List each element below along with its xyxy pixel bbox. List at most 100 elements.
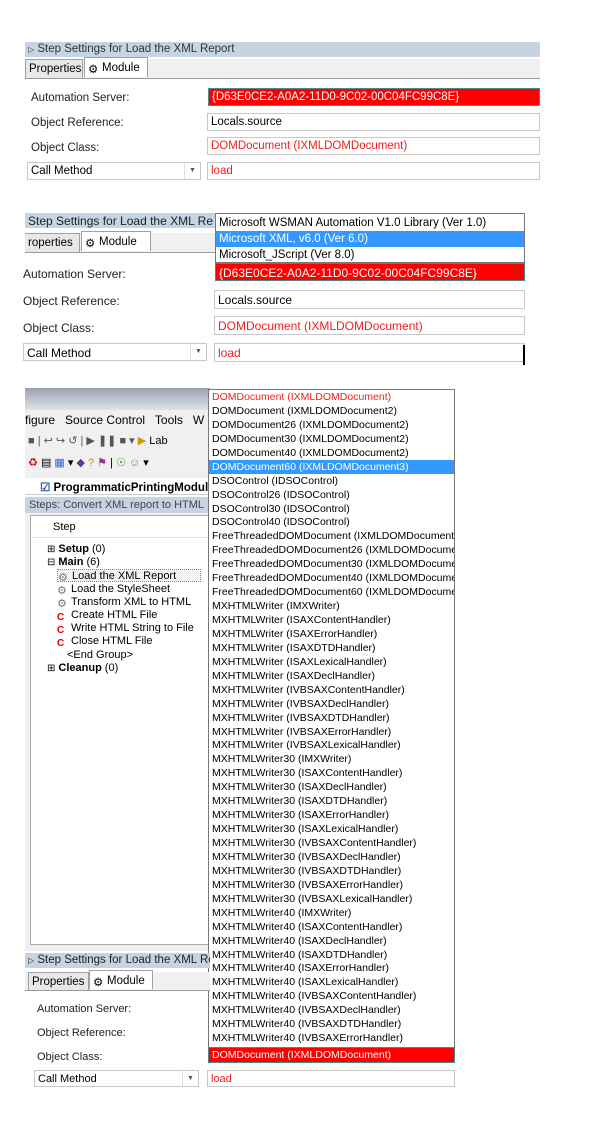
class-option[interactable]: MXHTMLWriter40 (ISAXContentHandler) (209, 920, 454, 934)
globe-icon[interactable]: ☉ (116, 457, 126, 469)
class-option[interactable]: MXHTMLWriter30 (IVBSAXDTDHandler) (209, 864, 454, 878)
class-option[interactable]: DSOControl30 (IDSOControl) (209, 502, 454, 516)
run-icon[interactable]: ▶ (86, 435, 94, 447)
terminate-icon[interactable]: ■ (119, 435, 126, 447)
method-field[interactable]: load (207, 162, 540, 180)
class-option[interactable]: MXHTMLWriter30 (ISAXLexicalHandler) (209, 822, 454, 836)
tab-properties[interactable]: Properties (25, 59, 83, 78)
class-option[interactable]: MXHTMLWriter (ISAXDTDHandler) (209, 641, 454, 655)
class-option[interactable]: DOMDocument (IXMLDOMDocument2) (209, 404, 454, 418)
chevron-down-icon[interactable]: ▼ (190, 344, 206, 360)
class-option[interactable]: MXHTMLWriter40 (IVBSAXDeclHandler) (209, 1003, 454, 1017)
script-icon[interactable]: ▤ (41, 457, 51, 469)
class-option[interactable]: FreeThreadedDOMDocument26 (IXMLDOMDocume (209, 543, 454, 557)
call-method-dropdown[interactable]: Call Method ▼ (27, 162, 201, 180)
tree-row[interactable]: ⊞ Setup (0) (47, 543, 105, 556)
class-option[interactable]: DOMDocument40 (IXMLDOMDocument2) (209, 446, 454, 460)
tree-row[interactable]: C Write HTML String to File (57, 622, 194, 636)
class-option[interactable]: MXHTMLWriter30 (IVBSAXContentHandler) (209, 836, 454, 850)
class-option[interactable]: DSOControl26 (IDSOControl) (209, 488, 454, 502)
tree-row[interactable]: <End Group> (67, 649, 133, 662)
tree-row[interactable]: C Create HTML File (57, 609, 157, 623)
class-option[interactable]: DSOControl40 (IDSOControl) (209, 515, 454, 529)
class-option[interactable]: MXHTMLWriter40 (ISAXLexicalHandler) (209, 975, 454, 989)
call-method-dropdown[interactable]: Call Method ▼ (23, 343, 207, 361)
stop-icon[interactable]: ■ (28, 435, 35, 447)
tree-row[interactable]: ⚙ Transform XML to HTML (57, 596, 191, 610)
document-tab[interactable]: ☑ ProgrammaticPrintingModul (25, 478, 210, 495)
class-option[interactable]: MXHTMLWriter30 (ISAXContentHandler) (209, 766, 454, 780)
object-class-field[interactable]: DOMDocument (IXMLDOMDocument) (214, 316, 525, 335)
class-option[interactable]: MXHTMLWriter (ISAXContentHandler) (209, 613, 454, 627)
collapse-icon[interactable]: ⊟ (47, 557, 55, 568)
class-option[interactable]: DSOControl (IDSOControl) (209, 474, 454, 488)
class-option[interactable]: MXHTMLWriter30 (IVBSAXDeclHandler) (209, 850, 454, 864)
tab-module[interactable]: ⚙ Module (89, 970, 153, 989)
tree-row[interactable]: ⊞ Cleanup (0) (47, 662, 118, 675)
step-out-icon[interactable]: ↺ (68, 435, 77, 447)
class-option[interactable]: MXHTMLWriter30 (IVBSAXErrorHandler) (209, 878, 454, 892)
tab-module[interactable]: ⚙ Module (81, 231, 151, 251)
column-header-step[interactable]: Step (31, 516, 209, 538)
tree-row[interactable]: ⊟ Main (6) (47, 556, 100, 569)
class-option[interactable]: FreeThreadedDOMDocument (IXMLDOMDocument… (209, 529, 454, 543)
class-option[interactable]: MXHTMLWriter30 (ISAXDeclHandler) (209, 780, 454, 794)
tool-icon[interactable]: ♻ (28, 457, 38, 469)
grid-icon[interactable]: ▦ (54, 457, 64, 469)
class-option[interactable]: DOMDocument60 (IXMLDOMDocument3) (209, 459, 454, 474)
object-class-field[interactable]: DOMDocument (IXMLDOMDocument) (207, 137, 540, 155)
server-option[interactable]: Microsoft_JScript (Ver 8.0) (216, 247, 524, 262)
chevron-down-icon[interactable]: ▼ (184, 163, 200, 179)
automation-server-field[interactable]: {D63E0CE2-A0A2-11D0-9C02-00C04FC99C8E} (215, 263, 525, 281)
user-icon[interactable]: ☺ (129, 457, 140, 469)
class-option[interactable]: FreeThreadedDOMDocument30 (IXMLDOMDocume (209, 557, 454, 571)
class-option[interactable]: MXHTMLWriter40 (IMXWriter) (209, 906, 454, 920)
step-over-icon[interactable]: ↪ (56, 435, 65, 447)
automation-server-field[interactable]: {D63E0CE2-A0A2-11D0-9C02-00C04FC99C8E} (208, 88, 540, 106)
class-option[interactable]: MXHTMLWriter40 (ISAXDeclHandler) (209, 934, 454, 948)
flag-icon[interactable]: ⚑ (97, 457, 107, 469)
help-icon[interactable]: ? (88, 457, 94, 469)
steps-tree[interactable]: Step ⊞ Setup (0) ⊟ Main (6) ⚙ Load the XML Repo… (30, 515, 210, 945)
expand-icon[interactable]: ⊞ (47, 663, 55, 674)
class-option[interactable]: MXHTMLWriter40 (IVBSAXDTDHandler) (209, 1017, 454, 1031)
class-option[interactable]: DOMDocument30 (IXMLDOMDocument2) (209, 432, 454, 446)
class-option[interactable]: MXHTMLWriter (IVBSAXErrorHandler) (209, 725, 454, 739)
step-into-icon[interactable]: ↩ (44, 435, 53, 447)
menu-window[interactable]: W (193, 413, 204, 427)
class-option[interactable]: FreeThreadedDOMDocument60 (IXMLDOMDocume (209, 585, 454, 599)
class-option[interactable]: DOMDocument (IXMLDOMDocument) (209, 390, 454, 404)
class-option[interactable]: MXHTMLWriter (IVBSAXDTDHandler) (209, 711, 454, 725)
class-option[interactable]: MXHTMLWriter40 (ISAXErrorHandler) (209, 961, 454, 975)
book-icon[interactable]: ◆ (76, 457, 84, 469)
expand-icon[interactable]: ⊞ (47, 544, 55, 555)
tree-row[interactable]: C Close HTML File (57, 635, 153, 649)
class-option[interactable]: MXHTMLWriter40 (ISAXDTDHandler) (209, 948, 454, 962)
class-option[interactable]: MXHTMLWriter (IVBSAXDeclHandler) (209, 697, 454, 711)
object-class-field[interactable]: DOMDocument (IXMLDOMDocument) (208, 1047, 455, 1063)
class-option[interactable]: MXHTMLWriter (ISAXErrorHandler) (209, 627, 454, 641)
class-option[interactable]: MXHTMLWriter30 (IVBSAXLexicalHandler) (209, 892, 454, 906)
tree-row[interactable]: ⚙ Load the XML Report (57, 569, 201, 584)
class-option[interactable]: MXHTMLWriter (ISAXLexicalHandler) (209, 655, 454, 669)
adapter-label[interactable]: Lab (149, 435, 167, 447)
class-option[interactable]: MXHTMLWriter (IVBSAXContentHandler) (209, 683, 454, 697)
class-option[interactable]: MXHTMLWriter30 (IMXWriter) (209, 752, 454, 766)
object-reference-field[interactable]: Locals.source (207, 113, 540, 131)
call-method-dropdown[interactable]: Call Method ▼ (34, 1070, 199, 1087)
server-option[interactable]: Microsoft XML, v6.0 (Ver 6.0) (216, 231, 524, 247)
class-option[interactable]: FreeThreadedDOMDocument40 (IXMLDOMDocume (209, 571, 454, 585)
class-option[interactable]: MXHTMLWriter30 (ISAXDTDHandler) (209, 794, 454, 808)
menu-tools[interactable]: Tools (155, 413, 183, 427)
tree-row[interactable]: ⚙ Load the StyleSheet (57, 583, 170, 597)
object-reference-field[interactable]: Locals.source (214, 290, 525, 309)
class-option[interactable]: MXHTMLWriter30 (ISAXErrorHandler) (209, 808, 454, 822)
tab-properties[interactable]: roperties (25, 233, 80, 252)
chevron-down-icon[interactable]: ▼ (182, 1071, 198, 1086)
menu-source-control[interactable]: Source Control (65, 413, 145, 427)
class-option[interactable]: MXHTMLWriter (IMXWriter) (209, 599, 454, 613)
class-option[interactable]: MXHTMLWriter (ISAXDeclHandler) (209, 669, 454, 683)
class-option[interactable]: MXHTMLWriter (IVBSAXLexicalHandler) (209, 738, 454, 752)
tab-properties[interactable]: Properties (28, 972, 89, 990)
class-option[interactable]: MXHTMLWriter40 (IVBSAXErrorHandler) (209, 1031, 454, 1045)
